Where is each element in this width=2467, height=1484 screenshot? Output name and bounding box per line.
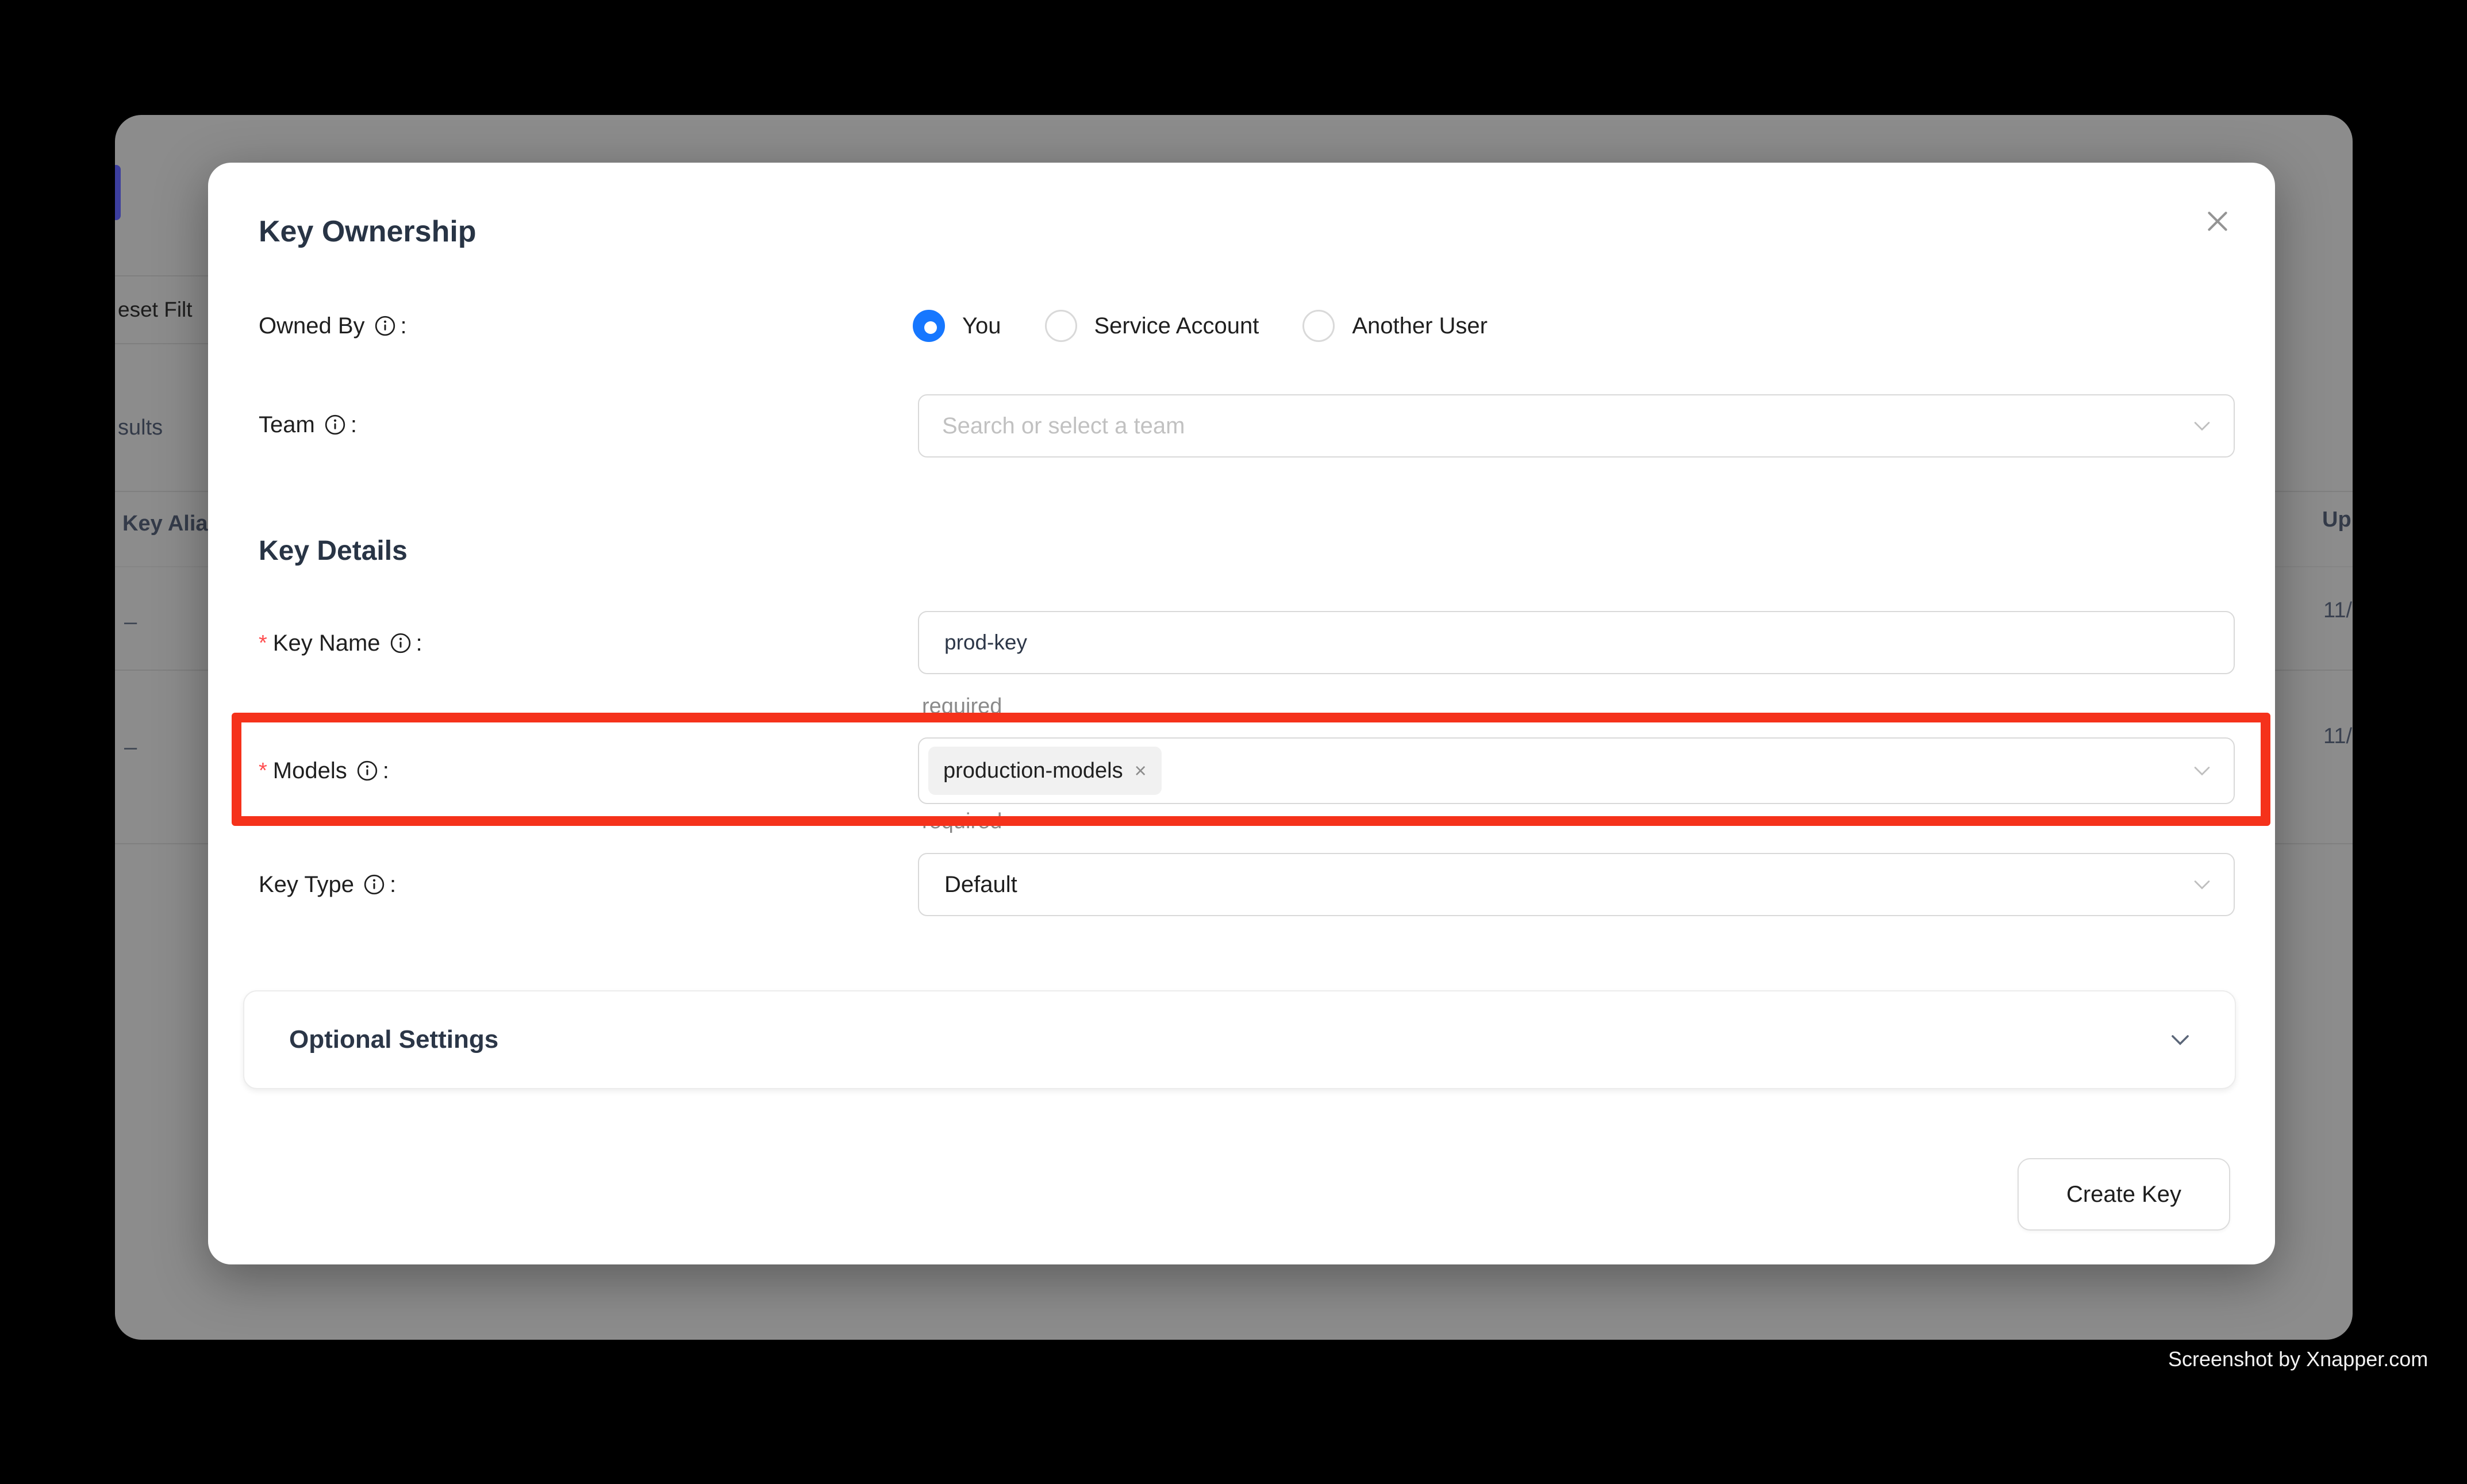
remove-tag-icon[interactable]: × — [1135, 759, 1147, 783]
radio-circle — [1302, 310, 1335, 342]
create-key-modal: Key Ownership Owned By : You — [208, 163, 2275, 1264]
screenshot-canvas: eset Filt sults Key Alia Up – 11/ – 11/ … — [0, 0, 2467, 1484]
radio-label: You — [962, 313, 1001, 339]
create-key-button-fragment — [115, 165, 121, 220]
owned-by-radio-group: You Service Account Another User — [913, 310, 1488, 342]
divider — [115, 275, 209, 276]
key-name-label: * Key Name : — [259, 627, 422, 659]
key-name-required-message: required — [922, 694, 1002, 719]
required-asterisk: * — [259, 759, 267, 782]
chevron-down-icon — [2191, 760, 2213, 782]
team-select-placeholder: Search or select a team — [942, 413, 1185, 439]
key-type-label-text: Key Type — [259, 872, 354, 898]
divider — [2275, 566, 2353, 567]
label-colon: : — [383, 758, 389, 784]
table-row: – — [124, 609, 137, 635]
divider — [115, 343, 209, 344]
chevron-down-icon — [2168, 1028, 2192, 1052]
divider — [115, 843, 209, 844]
key-details-heading: Key Details — [259, 535, 408, 567]
team-label-text: Team — [259, 412, 315, 438]
reset-filters-fragment: eset Filt — [118, 298, 193, 322]
info-icon[interactable] — [374, 315, 396, 337]
table-row: 11/ — [2323, 598, 2352, 623]
models-select[interactable]: production-models × — [918, 737, 2235, 804]
divider — [2275, 491, 2353, 492]
owned-by-label: Owned By : — [259, 310, 407, 342]
updated-column-header: Up — [2322, 508, 2351, 532]
key-type-select[interactable]: Default — [918, 853, 2235, 916]
chevron-down-icon — [2191, 874, 2213, 895]
create-key-button[interactable]: Create Key — [2018, 1158, 2230, 1231]
key-type-label: Key Type : — [259, 868, 396, 901]
label-colon: : — [401, 313, 407, 339]
team-select[interactable]: Search or select a team — [918, 394, 2235, 457]
table-row: 11/ — [2323, 724, 2352, 749]
required-asterisk: * — [259, 632, 267, 655]
key-name-label-text: Key Name — [273, 630, 381, 656]
team-label: Team : — [259, 409, 357, 441]
models-label: * Models : — [259, 755, 389, 787]
divider — [2275, 670, 2353, 671]
key-name-input[interactable]: prod-key — [918, 611, 2235, 674]
label-colon: : — [351, 412, 357, 438]
info-icon[interactable] — [356, 760, 378, 782]
info-icon[interactable] — [390, 632, 412, 654]
radio-circle — [1045, 310, 1077, 342]
label-colon: : — [416, 630, 422, 656]
divider — [115, 670, 209, 671]
radio-service-account[interactable]: Service Account — [1045, 310, 1259, 342]
divider — [115, 566, 209, 567]
models-label-text: Models — [273, 758, 347, 784]
owned-by-label-text: Owned By — [259, 313, 365, 339]
radio-label: Service Account — [1094, 313, 1259, 339]
info-icon[interactable] — [363, 874, 385, 895]
radio-label: Another User — [1352, 313, 1488, 339]
model-tag: production-models × — [928, 747, 1162, 795]
table-row: – — [124, 735, 137, 760]
models-required-message: required — [922, 809, 1002, 834]
optional-settings-label: Optional Settings — [289, 1025, 498, 1054]
divider — [2275, 843, 2353, 844]
watermark-text: Screenshot by Xnapper.com — [2168, 1347, 2428, 1371]
info-icon[interactable] — [324, 414, 346, 436]
key-type-value: Default — [944, 872, 1017, 898]
close-icon[interactable] — [2200, 204, 2235, 239]
divider — [115, 491, 209, 492]
key-alias-column-header: Key Alia — [122, 512, 208, 536]
optional-settings-header[interactable]: Optional Settings — [243, 990, 2236, 1089]
radio-another-user[interactable]: Another User — [1302, 310, 1488, 342]
key-name-value: prod-key — [944, 630, 1027, 655]
radio-you[interactable]: You — [913, 310, 1001, 342]
model-tag-label: production-models — [943, 759, 1123, 783]
label-colon: : — [390, 872, 396, 898]
chevron-down-icon — [2191, 415, 2213, 437]
results-count-fragment: sults — [118, 416, 163, 440]
modal-title: Key Ownership — [259, 214, 477, 249]
radio-circle — [913, 310, 945, 342]
app-window: eset Filt sults Key Alia Up – 11/ – 11/ … — [115, 115, 2353, 1340]
